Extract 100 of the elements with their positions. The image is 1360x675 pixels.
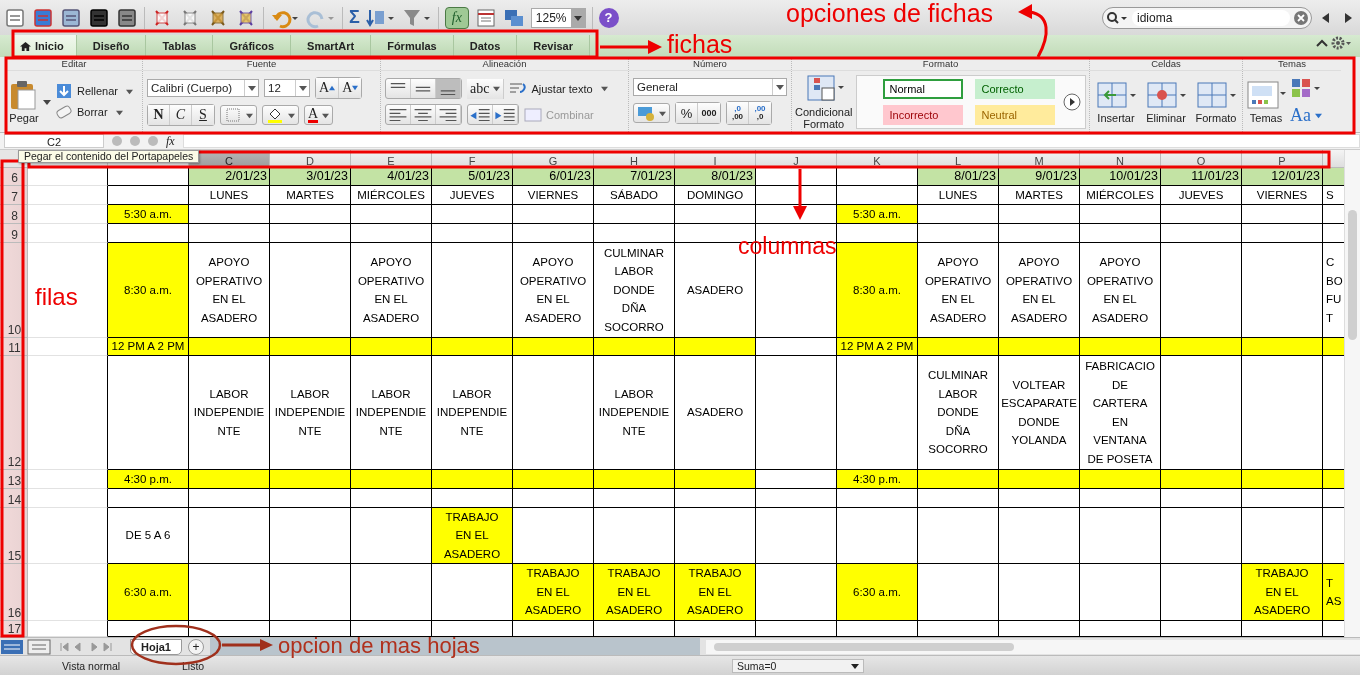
printer-icon[interactable] (116, 6, 138, 29)
group-title: Editar (6, 57, 142, 71)
fill-color-button[interactable] (262, 105, 299, 125)
folder-icon[interactable] (60, 6, 82, 29)
grid-icon[interactable] (32, 6, 54, 29)
increase-decimals-button[interactable]: ,0 ,00 (727, 102, 749, 124)
percent-button[interactable]: % (676, 103, 698, 123)
cell-style-option[interactable]: Neutral (975, 104, 1056, 125)
table-cell: DE 5 A 6 (108, 508, 189, 564)
table-cell: MARTES (999, 186, 1080, 205)
ribbon-tab[interactable]: Tablas (146, 35, 214, 57)
increase-indent-icon[interactable] (493, 105, 518, 124)
table-cell: LABOR INDEPENDIE NTE (189, 356, 270, 470)
cell-style-option[interactable]: Correcto (975, 78, 1056, 99)
table-cell: 5:30 a.m. (108, 205, 189, 224)
function-label[interactable]: fx (166, 133, 175, 149)
table-cell: 6:30 a.m. (837, 564, 918, 621)
table-cell: TRABAJO EN EL ASADERO (432, 508, 513, 564)
caret-icon (322, 111, 330, 119)
number-format-dropdown[interactable]: General (633, 78, 787, 96)
up-triangle-icon (329, 85, 336, 91)
fill-button[interactable]: Rellenar (55, 83, 133, 99)
shrink-font-button[interactable]: A (339, 78, 362, 98)
caret-icon (493, 85, 501, 92)
thousands-button[interactable]: 000 (698, 103, 720, 123)
bold-button[interactable]: N (148, 105, 170, 125)
conditional-format-button[interactable]: Condicional Formato (795, 73, 853, 130)
document-icon[interactable] (4, 6, 26, 29)
table-cell: LABOR INDEPENDIE NTE (270, 356, 351, 470)
delete-cells-icon (1146, 79, 1186, 110)
horizontal-scrollbar[interactable] (705, 639, 1360, 654)
view-icon[interactable] (0, 638, 52, 655)
sheet-tab[interactable]: Hoja1 (130, 638, 182, 655)
gear-icon[interactable] (1330, 35, 1352, 51)
vertical-scrollbar[interactable] (1344, 150, 1360, 637)
function-button[interactable]: fx (444, 6, 469, 29)
caret-icon (1315, 111, 1322, 119)
wrap-text-button[interactable]: Ajustar texto (509, 80, 608, 97)
view-label: Vista normal (62, 659, 122, 672)
annotation-arrow (222, 639, 273, 651)
caret-icon (288, 111, 295, 119)
ribbon-tab[interactable]: Fórmulas (371, 35, 454, 57)
status-text: Listo (182, 659, 206, 672)
vertical-align-icon[interactable] (436, 79, 461, 98)
add-sheet-button[interactable]: + (187, 638, 204, 655)
ribbon-tab[interactable]: Inicio (14, 35, 77, 57)
caret-icon (125, 87, 133, 95)
caret-icon (600, 85, 608, 92)
table-cell: VIERNES (513, 186, 594, 205)
caret-icon[interactable] (43, 97, 51, 106)
insert-button[interactable]: Insertar (1093, 79, 1139, 124)
cell-style-option[interactable]: Incorrecto (883, 104, 964, 125)
annotation-label: opcion de mas hojas (278, 634, 480, 658)
clear-button[interactable]: Borrar (55, 104, 133, 120)
annotation-label: filas (35, 284, 78, 310)
group-title: Celdas (1090, 57, 1242, 71)
orientation-button[interactable]: abc (467, 78, 505, 99)
help-button[interactable]: ? (598, 7, 619, 28)
ribbon-tab[interactable]: Datos (453, 35, 518, 57)
window-icon[interactable] (474, 6, 497, 29)
currency-button[interactable] (633, 103, 670, 123)
sum-button[interactable]: Σ (349, 7, 360, 28)
ribbon-tab[interactable]: Diseño (76, 35, 147, 57)
table-cell: CULMINAR LABOR DONDE DÑA SOCORRO (918, 356, 999, 470)
save-icon[interactable] (88, 6, 110, 29)
themes-button[interactable]: Temas (1246, 79, 1286, 124)
decrease-indent-icon[interactable] (468, 105, 493, 124)
table-cell: LUNES (918, 186, 999, 205)
paste-button[interactable]: Pegar (9, 79, 39, 124)
clear-icon[interactable] (1294, 10, 1308, 25)
search-field[interactable]: idioma (1102, 6, 1312, 29)
ribbon-tab[interactable]: Gráficos (213, 35, 292, 57)
annotation-arrow (793, 169, 807, 220)
search-icon (1106, 10, 1128, 25)
sum-dropdown[interactable]: Suma=0 (732, 658, 864, 673)
theme-fonts-button[interactable]: Aa (1290, 104, 1322, 126)
font-dropdown[interactable]: Calibri (Cuerpo) (147, 79, 259, 97)
caret-icon (659, 109, 666, 117)
font-size-dropdown[interactable]: 12 (264, 79, 310, 97)
color-swatches-icon[interactable] (1291, 77, 1321, 100)
merge-icon (524, 106, 542, 123)
font-color-button[interactable]: A (304, 105, 334, 125)
group-title: Temas (1243, 57, 1341, 71)
play-icon[interactable] (1063, 92, 1082, 111)
ribbon-tab[interactable]: SmartArt (291, 35, 372, 57)
cell-style-option[interactable]: Normal (883, 78, 964, 99)
annotation-arrow (1018, 4, 1048, 58)
caret-icon (573, 13, 582, 22)
ribbon-tab[interactable]: Revisar (517, 35, 590, 57)
zoom-field[interactable]: 125% (530, 7, 586, 28)
group-title: Formato (792, 57, 1089, 71)
grow-font-button[interactable]: A (316, 78, 340, 98)
formula-controls-icon (112, 136, 158, 146)
delete-button[interactable]: Eliminar (1143, 79, 1189, 124)
group-title: Número (629, 57, 791, 71)
table-cell: APOYO OPERATIVO EN EL ASADERO (918, 243, 999, 338)
annotation-arrow (600, 40, 662, 54)
format-button[interactable]: Formato (1193, 79, 1239, 124)
table-cell: APOYO OPERATIVO EN EL ASADERO (1080, 243, 1161, 338)
table-cell: SÁBADO (594, 186, 675, 205)
